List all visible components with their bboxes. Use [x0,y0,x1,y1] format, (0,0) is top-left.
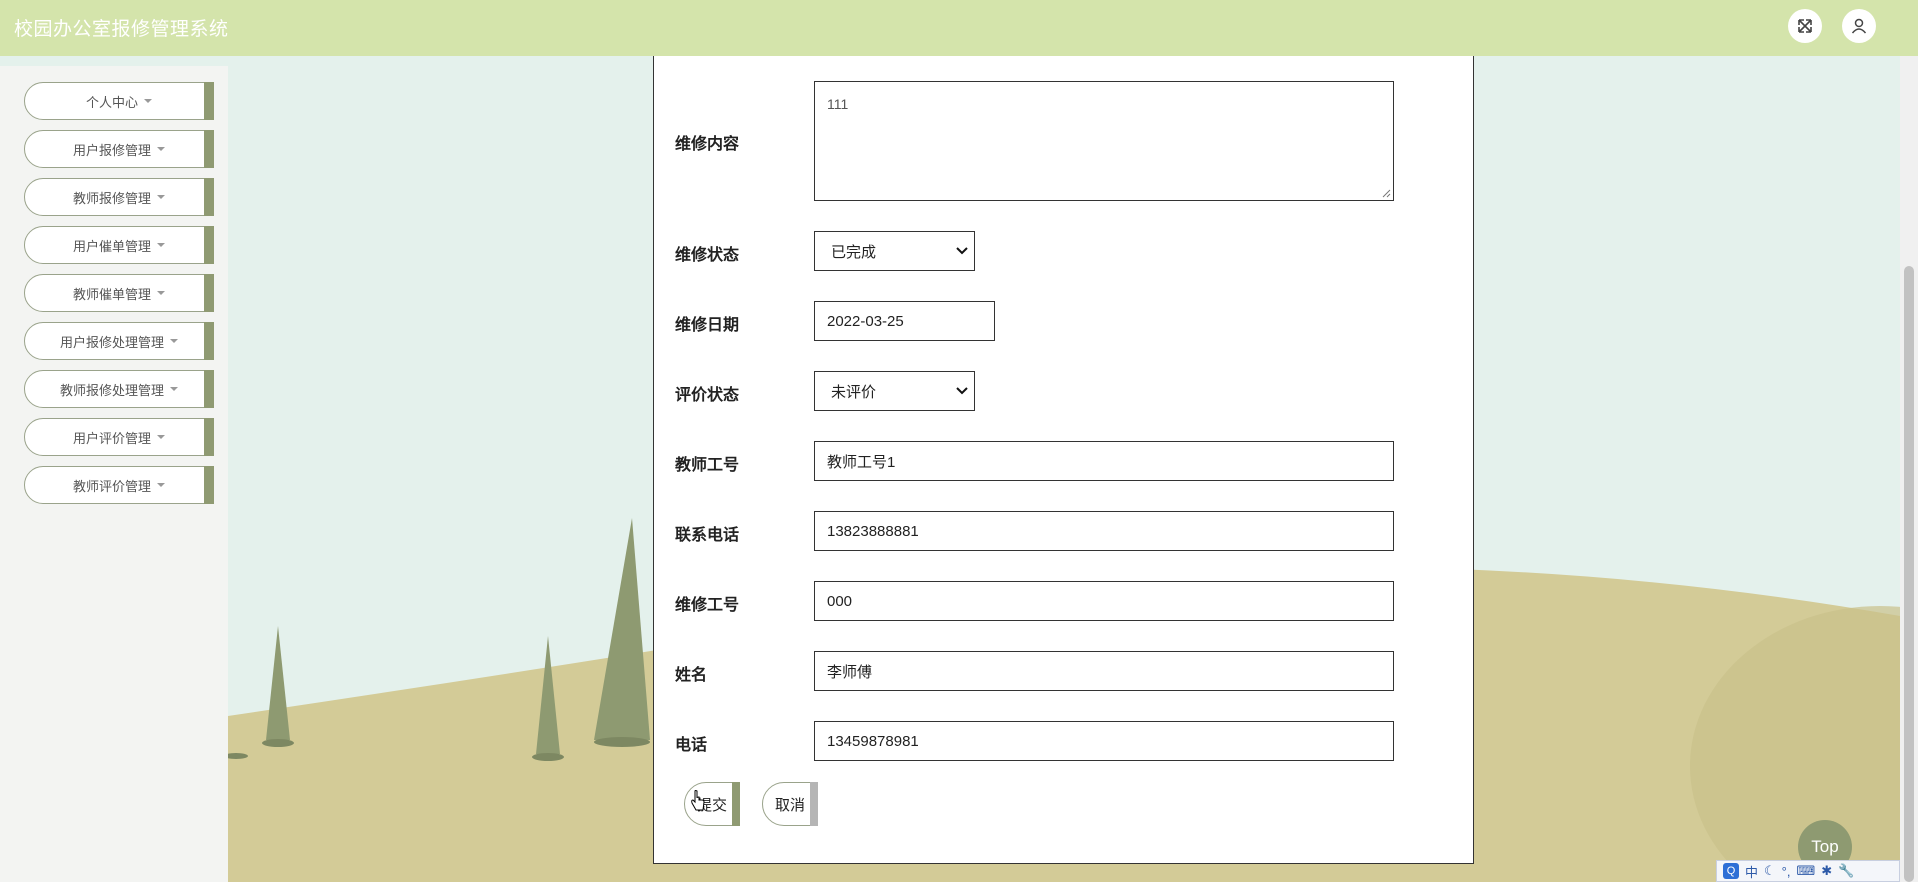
contact-phone-label: 联系电话 [675,527,740,544]
sidebar: 个人中心 用户报修管理 教师报修管理 用户催单管理 教师催单管理 用户报修处理管… [0,66,228,882]
repair-content-textarea[interactable]: 111 [814,81,1394,201]
repair-date-label: 维修日期 [675,317,740,334]
name-value: 李师傅 [827,663,873,681]
name-label: 姓名 [675,667,708,684]
ime-toolbar: Q 中 ☾ °, ⌨ ✱ 🔧 [1716,860,1900,882]
hand-cursor-icon [691,790,705,811]
sidebar-item-teacher-repair[interactable]: 教师报修管理 [24,178,214,216]
top-header: 校园办公室报修管理系统 [0,0,1918,56]
fullscreen-button[interactable] [1788,9,1822,43]
sidebar-item-label: 用户评价管理 [72,430,151,446]
resize-handle-icon[interactable] [1381,188,1391,198]
sidebar-item-label: 教师报修处理管理 [59,382,164,398]
ime-language-toggle[interactable]: 中 [1745,862,1758,881]
cancel-button[interactable]: 取消 [762,782,818,826]
repair-form-panel: 维修内容 111 维修状态 已完成 维修日期 2022-03-25 评价状态 未… [653,56,1474,864]
repair-status-label: 维修状态 [675,247,740,264]
user-button[interactable] [1842,9,1876,43]
sidebar-item-label: 用户报修处理管理 [59,334,164,350]
app-title: 校园办公室报修管理系统 [14,19,229,40]
chevron-down-icon [144,99,152,103]
repair-status-select[interactable]: 已完成 [814,231,975,271]
phone-input[interactable]: 13459878981 [814,721,1394,761]
repair-status-value: 已完成 [831,243,877,261]
sidebar-item-user-repair[interactable]: 用户报修管理 [24,130,214,168]
chevron-down-icon [157,435,165,439]
review-status-select[interactable]: 未评价 [814,371,975,411]
review-status-label: 评价状态 [675,387,740,404]
sidebar-item-label: 教师催单管理 [72,286,151,302]
sidebar-item-label: 教师报修管理 [72,190,151,206]
chevron-down-icon [170,387,178,391]
keyboard-icon[interactable]: ⌨ [1796,863,1815,879]
sidebar-item-label: 用户报修管理 [72,142,151,158]
contact-phone-value: 13823888881 [827,522,919,540]
wrench-icon[interactable]: 🔧 [1838,863,1854,879]
name-input[interactable]: 李师傅 [814,651,1394,691]
sidebar-item-teacher-repair-handling[interactable]: 教师报修处理管理 [24,370,214,408]
sidebar-item-personal-center[interactable]: 个人中心 [24,82,214,120]
contact-phone-input[interactable]: 13823888881 [814,511,1394,551]
phone-label: 电话 [675,737,708,754]
page-scrollbar[interactable] [1900,56,1918,882]
sidebar-item-teacher-reminder[interactable]: 教师催单管理 [24,274,214,312]
fullscreen-icon [1798,19,1812,33]
teacher-id-label: 教师工号 [675,457,740,474]
sidebar-item-label: 个人中心 [85,94,138,110]
settings-icon[interactable]: ✱ [1821,863,1832,879]
repairer-id-input[interactable]: 000 [814,581,1394,621]
phone-value: 13459878981 [827,732,919,750]
sidebar-item-label: 教师评价管理 [72,478,151,494]
sidebar-item-user-review[interactable]: 用户评价管理 [24,418,214,456]
chevron-down-icon [157,483,165,487]
sidebar-item-user-reminder[interactable]: 用户催单管理 [24,226,214,264]
chevron-down-icon [157,243,165,247]
user-icon [1851,18,1867,34]
repair-content-value: 111 [827,96,849,112]
review-status-value: 未评价 [831,383,877,401]
repairer-id-value: 000 [827,592,853,610]
chevron-down-icon [157,147,165,151]
repair-content-label: 维修内容 [675,136,740,153]
repair-date-value: 2022-03-25 [827,312,904,330]
teacher-id-value: 教师工号1 [827,453,896,471]
chevron-down-icon [157,195,165,199]
ime-search-icon[interactable]: Q [1723,863,1739,879]
chevron-down-icon [956,387,968,395]
teacher-id-input[interactable]: 教师工号1 [814,441,1394,481]
chevron-down-icon [170,339,178,343]
scrollbar-thumb[interactable] [1904,266,1914,882]
chevron-down-icon [157,291,165,295]
repairer-id-label: 维修工号 [675,597,740,614]
repair-date-input[interactable]: 2022-03-25 [814,301,995,341]
moon-icon[interactable]: ☾ [1764,863,1776,879]
sidebar-item-label: 用户催单管理 [72,238,151,254]
sidebar-item-teacher-review[interactable]: 教师评价管理 [24,466,214,504]
punctuation-icon[interactable]: °, [1782,864,1791,879]
chevron-down-icon [956,247,968,255]
sidebar-item-user-repair-handling[interactable]: 用户报修处理管理 [24,322,214,360]
